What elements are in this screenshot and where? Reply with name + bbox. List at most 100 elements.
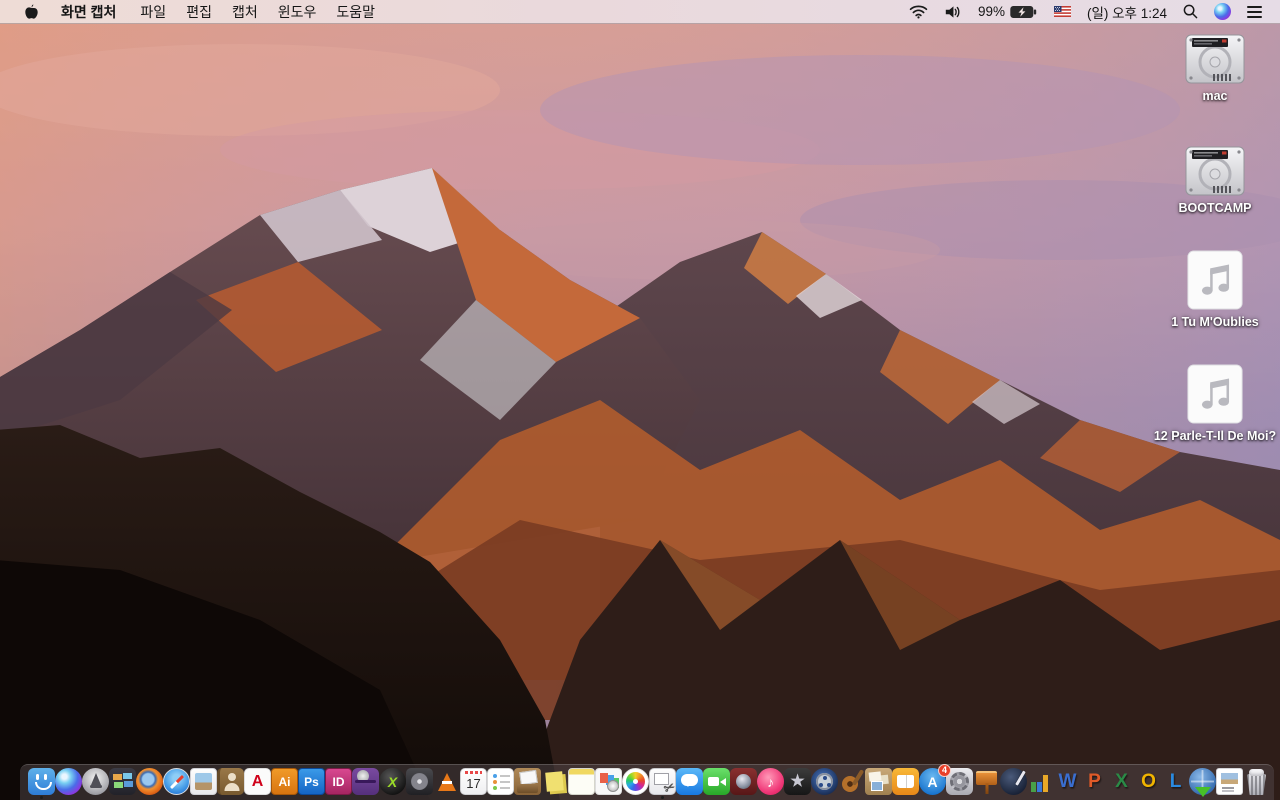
dock-item-calendar[interactable]: 17 (460, 768, 487, 799)
system-preferences-running-indicator (958, 796, 961, 799)
dock-item-safari[interactable] (163, 768, 190, 799)
dock-item-lync[interactable]: L (1162, 768, 1189, 799)
dock-item-messages[interactable] (676, 768, 703, 799)
dock-item-pages[interactable] (1000, 768, 1027, 799)
dock-item-collage[interactable] (865, 768, 892, 799)
dock-item-facetime[interactable] (703, 768, 730, 799)
menu-window[interactable]: 윈도우 (268, 2, 327, 22)
dock-item-powerpoint[interactable]: P (1081, 768, 1108, 799)
dock-item-grab[interactable]: ✂ (649, 768, 678, 799)
notification-center-menu-extra[interactable] (1239, 0, 1270, 24)
wifi-menu-extra[interactable] (901, 0, 936, 24)
dock-item-notes[interactable] (568, 768, 595, 799)
wallpaper-sierra (0, 0, 1280, 800)
dock-item-indesign[interactable]: ID (325, 768, 352, 799)
disk-tool-running-indicator (418, 796, 421, 799)
vlc-icon (433, 768, 460, 795)
us-flag-icon (1053, 6, 1071, 17)
document-file-running-indicator (1228, 796, 1231, 799)
dock-item-disk-tool[interactable] (406, 768, 433, 799)
ibooks-running-indicator (904, 796, 907, 799)
dock-item-outlook[interactable]: O (1135, 768, 1162, 799)
dock-item-globe-download[interactable] (1189, 768, 1216, 799)
menu-help[interactable]: 도움말 (326, 2, 385, 22)
menu-bar-clock: (일) 오후 1:24 (1086, 5, 1167, 21)
desktop: 화면 캡처 파일 편집 캡처 윈도우 도움말 99% (일) 오후 1:24 m… (0, 0, 1280, 800)
dock-item-imovie[interactable]: ★ (784, 768, 811, 799)
word-icon: W (1054, 768, 1081, 795)
desktop-icon-label: 1 Tu M'Oublies (1171, 315, 1259, 329)
dock-item-firefox[interactable] (136, 768, 163, 799)
dock-item-contacts[interactable] (217, 768, 244, 799)
dock-item-mission-control[interactable] (109, 768, 136, 799)
apple-menu[interactable] (12, 3, 51, 21)
dock-item-word[interactable]: W (1054, 768, 1081, 799)
dock-item-cards[interactable] (595, 768, 622, 799)
clock-menu-extra[interactable]: (일) 오후 1:24 (1079, 0, 1175, 24)
dock-item-document-file[interactable] (1216, 768, 1243, 799)
calendar-glyph: 17 (466, 775, 481, 791)
volume-menu-extra[interactable] (936, 0, 970, 24)
calendar-icon: 17 (460, 768, 487, 795)
dock-item-photo-booth[interactable] (730, 768, 757, 799)
dock-item-photos[interactable] (622, 768, 649, 799)
notes-running-indicator (580, 796, 583, 799)
word-running-indicator (1066, 796, 1069, 799)
desktop-icon-bootcamp[interactable]: BOOTCAMP (1152, 146, 1278, 217)
dock-item-illustrator[interactable]: Ai (271, 768, 298, 799)
menu-capture[interactable]: 캡처 (222, 2, 268, 22)
grab-running-indicator (661, 796, 664, 799)
dock-item-finder[interactable] (28, 768, 55, 799)
audio-file-icon (1187, 364, 1243, 424)
dock-item-trash[interactable] (1243, 768, 1270, 799)
menu-app-name[interactable]: 화면 캡처 (51, 2, 126, 22)
vlc-running-indicator (445, 796, 448, 799)
dock-item-preview[interactable] (190, 768, 217, 799)
dock-item-reminders[interactable] (487, 768, 514, 799)
dock-item-excel[interactable]: X (1108, 768, 1135, 799)
siri-icon (55, 768, 82, 795)
desktop-icon-audio-1[interactable]: 1 Tu M'Oublies (1152, 250, 1278, 331)
dock-item-ibooks[interactable] (892, 768, 919, 799)
dock-item-acrobat[interactable]: A (244, 768, 271, 799)
dock-item-itunes[interactable]: ♪ (757, 768, 784, 799)
app-store-icon: A4 (919, 764, 951, 795)
dock-item-film-reel[interactable] (811, 768, 838, 799)
dock-item-stickies[interactable] (541, 768, 568, 799)
dock-item-keynote[interactable] (973, 768, 1000, 799)
siri-icon (1214, 3, 1231, 20)
stickies-icon (541, 768, 568, 795)
pages-running-indicator (1012, 796, 1015, 799)
dock-item-numbers[interactable] (1027, 768, 1054, 799)
dock-item-vlc[interactable] (433, 768, 460, 799)
desktop-icon-label: mac (1202, 89, 1228, 103)
menu-edit[interactable]: 편집 (176, 2, 222, 22)
desktop-icon-mac[interactable]: mac (1152, 34, 1278, 105)
dock-item-green-x[interactable]: X (379, 768, 406, 799)
indesign-glyph: ID (332, 774, 345, 789)
grab-glyph: ✂ (661, 778, 678, 797)
dock-item-photoshop[interactable]: Ps (298, 768, 325, 799)
siri-menu-extra[interactable] (1206, 0, 1239, 24)
indesign-running-indicator (337, 796, 340, 799)
safari-icon (163, 768, 190, 795)
battery-percent: 99% (977, 4, 1005, 19)
firefox-icon (136, 768, 163, 795)
dock-item-mail-box[interactable] (514, 768, 541, 799)
dock-item-launchpad[interactable] (82, 768, 109, 799)
menu-file[interactable]: 파일 (130, 2, 176, 22)
film-reel-icon (811, 768, 838, 795)
desktop-icon-audio-2[interactable]: 12 Parle-T-Il De Moi? (1152, 364, 1278, 445)
launchpad-icon (82, 768, 109, 795)
dock-item-toast[interactable] (352, 768, 379, 799)
spotlight-menu-extra[interactable] (1175, 0, 1206, 24)
photoshop-glyph: Ps (304, 774, 319, 789)
globe-download-icon (1189, 768, 1216, 795)
input-source-menu-extra[interactable] (1046, 0, 1079, 24)
facetime-running-indicator (715, 796, 718, 799)
battery-menu-extra[interactable]: 99% (970, 0, 1046, 24)
dock-item-app-store[interactable]: A4 (919, 764, 951, 799)
dock-item-garageband[interactable] (838, 768, 865, 799)
cards-icon (595, 768, 622, 795)
dock-item-siri[interactable] (55, 768, 82, 799)
